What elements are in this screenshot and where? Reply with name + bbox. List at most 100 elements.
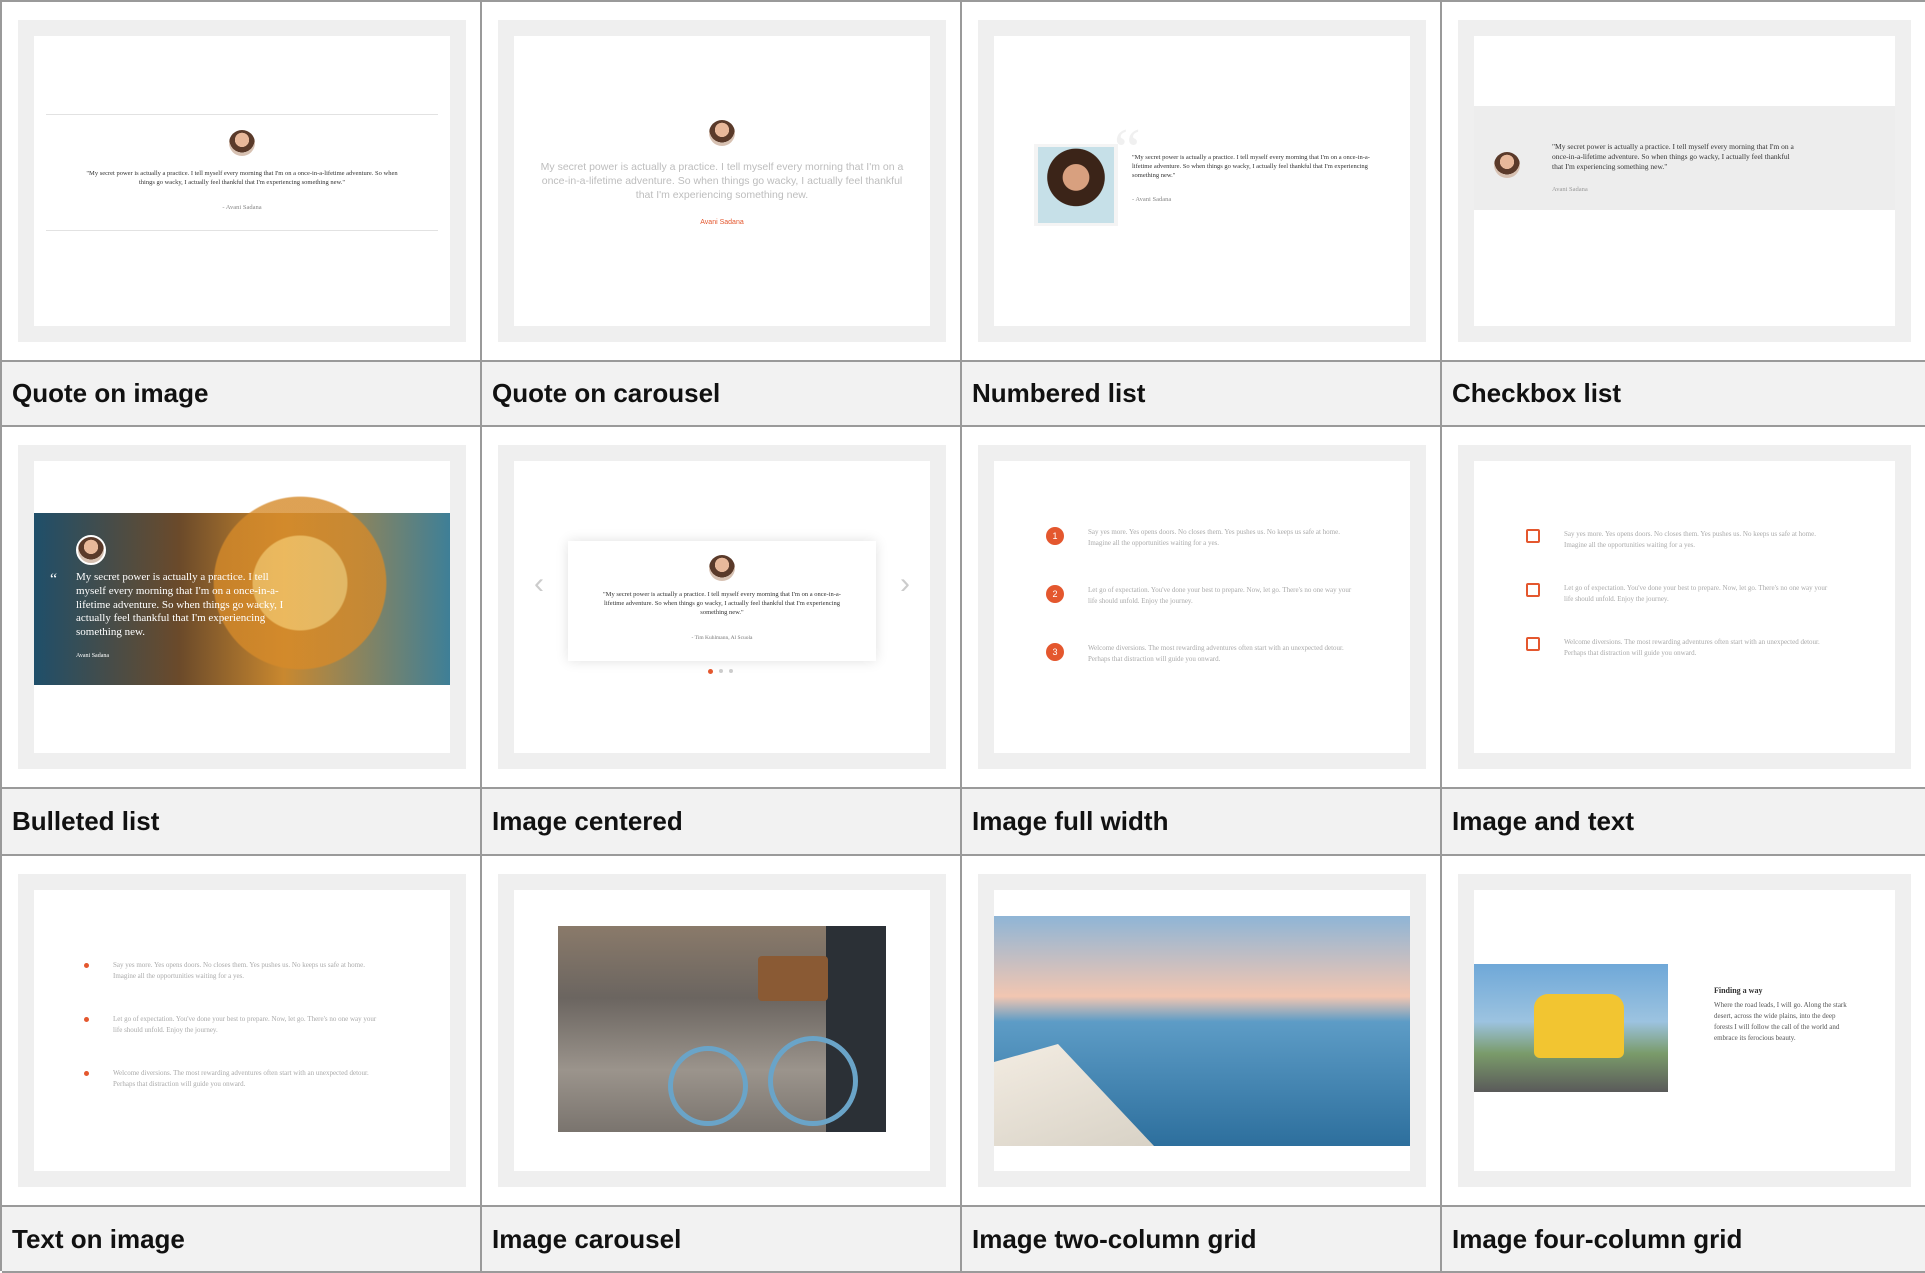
bicycle-wheel	[668, 1046, 748, 1126]
thumb-image-and-text[interactable]: Say yes more. Yes opens doors. No closes…	[1442, 427, 1925, 789]
template-gallery: "My secret power is actually a practice.…	[0, 0, 1925, 1273]
dot[interactable]	[719, 669, 723, 673]
background-photo: “ My secret power is actually a practice…	[34, 473, 450, 693]
thumb-quote-on-image[interactable]: "My secret power is actually a practice.…	[2, 2, 482, 362]
template-label: Quote on image	[12, 378, 209, 408]
portrait-frame	[1034, 144, 1118, 226]
bulleted-item: Welcome diversions. The most rewarding a…	[84, 1068, 383, 1090]
item-text: Welcome diversions. The most rewarding a…	[1564, 638, 1820, 658]
prev-arrow-icon[interactable]: ‹	[534, 567, 544, 601]
item-text: Welcome diversions. The most rewarding a…	[113, 1069, 369, 1089]
template-label: Quote on carousel	[492, 378, 721, 408]
thumb-canvas: 1 Say yes more. Yes opens doors. No clos…	[994, 461, 1410, 753]
template-label: Image centered	[492, 806, 683, 836]
item-text: Say yes more. Yes opens doors. No closes…	[1088, 528, 1340, 548]
item-text: Let go of expectation. You've done your …	[1088, 586, 1352, 606]
item-text: Say yes more. Yes opens doors. No closes…	[1564, 530, 1816, 550]
checkbox-icon[interactable]	[1526, 529, 1540, 543]
dot-active[interactable]	[708, 669, 713, 674]
label-image-and-text: Image and text	[1442, 789, 1925, 856]
template-label: Image four-column grid	[1452, 1223, 1743, 1254]
checkbox-icon[interactable]	[1526, 583, 1540, 597]
thumb-image-carousel[interactable]	[482, 856, 962, 1207]
thumb-canvas: “ My secret power is actually a practice…	[34, 461, 450, 753]
label-image-two-column-grid: Image two-column grid	[962, 1207, 1442, 1273]
avatar	[709, 120, 735, 146]
avatar	[1494, 152, 1520, 178]
template-label: Image and text	[1452, 806, 1635, 836]
quote-text: My secret power is actually a practice. …	[540, 161, 904, 202]
thumb-canvas	[514, 890, 930, 1171]
thumb-frame: "My secret power is actually a practice.…	[18, 20, 466, 342]
label-quote-on-carousel: Quote on carousel	[482, 362, 962, 427]
seaside-photo	[994, 916, 1410, 1146]
template-label: Checkbox list	[1452, 378, 1622, 408]
thumb-canvas: ‹ › "My secret power is actually a pract…	[514, 461, 930, 753]
template-label: Image carousel	[492, 1223, 682, 1254]
thumb-frame: “ My secret power is actually a practice…	[18, 445, 466, 769]
template-label: Image two-column grid	[972, 1223, 1257, 1254]
quote-author: - Tim Kuhlmann, Al Scuola	[691, 635, 753, 641]
avatar	[709, 555, 735, 581]
thumb-frame	[498, 874, 946, 1187]
template-label: Bulleted list	[12, 806, 160, 836]
numbered-item: 1 Say yes more. Yes opens doors. No clos…	[1046, 527, 1358, 549]
thumb-canvas: Say yes more. Yes opens doors. No closes…	[1474, 461, 1895, 753]
quote-author: - Avani Sadana	[222, 204, 262, 211]
label-numbered-list: Numbered list	[962, 362, 1442, 427]
quote-mark-icon: “	[50, 571, 58, 588]
avatar	[229, 130, 255, 156]
bicycle-basket	[758, 956, 828, 1001]
thumb-canvas: "My secret power is actually a practice.…	[1474, 36, 1895, 326]
thumb-image-four-column-grid[interactable]: Finding a way Where the road leads, I wi…	[1442, 856, 1925, 1207]
template-label: Image full width	[972, 806, 1169, 836]
item-text: Let go of expectation. You've done your …	[113, 1015, 377, 1035]
thumb-bulleted-list[interactable]: “ My secret power is actually a practice…	[2, 427, 482, 789]
thumb-numbered-list[interactable]: “ "My secret power is actually a practic…	[962, 2, 1442, 362]
thumb-canvas	[994, 890, 1410, 1171]
carousel-dots[interactable]	[708, 669, 733, 674]
thumb-frame: Say yes more. Yes opens doors. No closes…	[1458, 445, 1911, 769]
bulleted-item: Let go of expectation. You've done your …	[84, 1014, 383, 1036]
label-checkbox-list: Checkbox list	[1442, 362, 1925, 427]
thumb-image-full-width[interactable]: 1 Say yes more. Yes opens doors. No clos…	[962, 427, 1442, 789]
yellow-van	[1534, 994, 1624, 1058]
thumb-frame: 1 Say yes more. Yes opens doors. No clos…	[978, 445, 1426, 769]
thumb-text-on-image[interactable]: Say yes more. Yes opens doors. No closes…	[2, 856, 482, 1207]
thumb-frame: “ "My secret power is actually a practic…	[978, 20, 1426, 342]
thumb-canvas: "My secret power is actually a practice.…	[34, 36, 450, 326]
number-badge: 1	[1046, 527, 1064, 545]
bicycle-wheel	[768, 1036, 858, 1126]
next-arrow-icon[interactable]: ›	[900, 567, 910, 601]
thumb-canvas: “ "My secret power is actually a practic…	[994, 36, 1410, 326]
thumb-checkbox-list[interactable]: "My secret power is actually a practice.…	[1442, 2, 1925, 362]
number-badge: 2	[1046, 585, 1064, 603]
quote-text: "My secret power is actually a practice.…	[1132, 154, 1370, 179]
thumb-quote-on-carousel[interactable]: My secret power is actually a practice. …	[482, 2, 962, 362]
image-text-heading: Finding a way	[1714, 986, 1763, 995]
thumb-canvas: Finding a way Where the road leads, I wi…	[1474, 890, 1895, 1171]
divider	[46, 230, 438, 231]
bulleted-item: Say yes more. Yes opens doors. No closes…	[84, 960, 383, 982]
thumb-image-centered[interactable]: ‹ › "My secret power is actually a pract…	[482, 427, 962, 789]
checkbox-item[interactable]: Say yes more. Yes opens doors. No closes…	[1526, 529, 1834, 551]
numbered-item: 2 Let go of expectation. You've done you…	[1046, 585, 1358, 607]
dot[interactable]	[729, 669, 733, 673]
label-bulleted-list: Bulleted list	[2, 789, 482, 856]
avatar	[76, 535, 106, 565]
carousel-card: "My secret power is actually a practice.…	[568, 541, 876, 661]
thumb-frame: Finding a way Where the road leads, I wi…	[1458, 874, 1911, 1187]
thumb-image-two-column-grid[interactable]	[962, 856, 1442, 1207]
label-image-four-column-grid: Image four-column grid	[1442, 1207, 1925, 1273]
bicycle-photo	[558, 926, 886, 1132]
checkbox-icon[interactable]	[1526, 637, 1540, 651]
quote-text: "My secret power is actually a practice.…	[1552, 142, 1794, 172]
thumb-canvas: My secret power is actually a practice. …	[514, 36, 930, 326]
divider	[46, 114, 438, 115]
thumb-frame: ‹ › "My secret power is actually a pract…	[498, 445, 946, 769]
bullet-icon	[84, 1071, 89, 1076]
checkbox-item[interactable]: Welcome diversions. The most rewarding a…	[1526, 637, 1834, 659]
checkbox-item[interactable]: Let go of expectation. You've done your …	[1526, 583, 1834, 605]
quote-author: - Avani Sadana	[1132, 196, 1172, 203]
item-text: Say yes more. Yes opens doors. No closes…	[113, 961, 365, 981]
